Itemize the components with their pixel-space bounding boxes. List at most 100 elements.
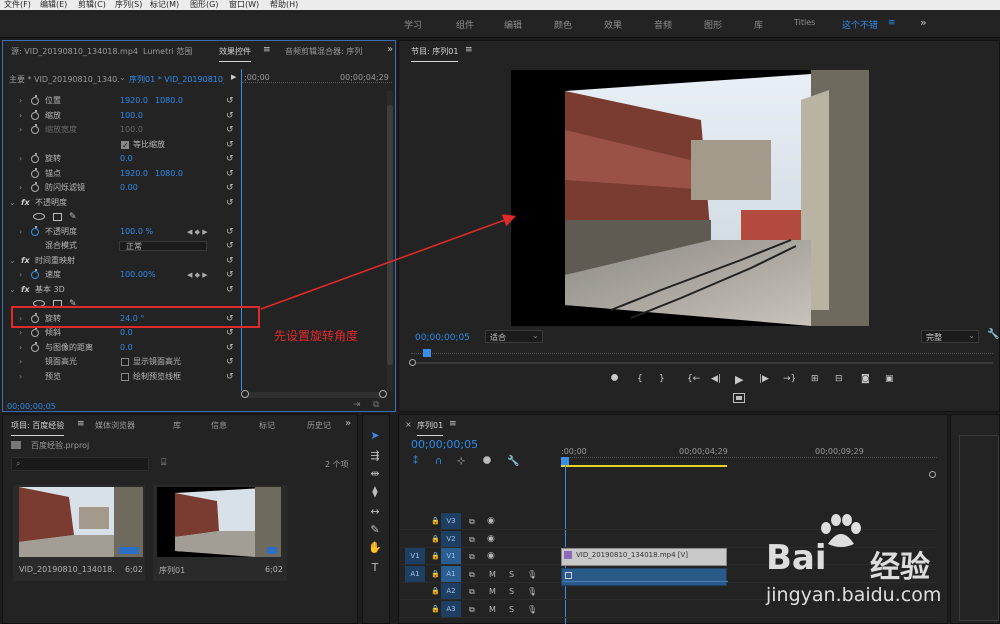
reset-icon[interactable]: ↺ xyxy=(226,94,234,108)
rectangle-mask-icon[interactable] xyxy=(53,213,62,221)
sync-lock-icon[interactable]: ⧉ xyxy=(469,531,475,548)
step-forward-icon[interactable]: |▶ xyxy=(759,374,769,384)
sequence-clip-label[interactable]: 序列01 * VID_20190810_… xyxy=(129,74,224,85)
menu-item-6[interactable]: 窗口(W) xyxy=(229,0,259,9)
wrench-icon[interactable]: 🔧 xyxy=(987,329,999,340)
checkbox[interactable] xyxy=(121,372,129,381)
chevron-right-icon[interactable]: › xyxy=(19,94,22,108)
track-target-V2[interactable]: V2 xyxy=(441,530,461,547)
stopwatch-icon[interactable] xyxy=(31,341,39,352)
stopwatch-icon[interactable] xyxy=(31,153,39,163)
track-target-A3[interactable]: A3 xyxy=(441,600,461,617)
property-value[interactable]: 100.0 % xyxy=(120,225,153,239)
project-tab-0[interactable]: 项目: 百度经验 xyxy=(11,420,65,436)
property-value[interactable]: 100.00% xyxy=(120,268,156,282)
chevron-down-icon[interactable]: ⌄ xyxy=(9,283,16,297)
stopwatch-icon[interactable] xyxy=(31,109,39,120)
property-value[interactable]: 1920.0 xyxy=(120,167,148,181)
video-clip[interactable]: VID_20190810_134018.mp4 [V] xyxy=(561,548,727,566)
program-timecode[interactable]: 00;00;00;05 xyxy=(415,333,470,343)
source-patch-A1[interactable]: A1 xyxy=(405,565,425,582)
property-value[interactable]: 0.0 xyxy=(120,341,133,355)
workspace-tab-6[interactable]: 图形 xyxy=(704,18,722,31)
reset-icon[interactable]: ↺ xyxy=(226,152,234,166)
go-to-in-icon[interactable]: {← xyxy=(687,374,700,384)
reset-icon[interactable]: ↺ xyxy=(226,254,234,268)
chevron-right-icon[interactable]: › xyxy=(19,341,22,355)
tab-audio-mixer[interactable]: 音频剪辑混合器: 序列 xyxy=(285,46,373,57)
marker-icon[interactable]: ⯃ xyxy=(483,456,491,467)
panel-menu-icon[interactable]: ≡ xyxy=(77,419,85,429)
add-marker-icon[interactable]: ⊹ xyxy=(457,456,465,467)
snap-icon[interactable]: ⁑ xyxy=(413,456,418,467)
track-target-V3[interactable]: V3 xyxy=(441,513,461,529)
solo-button[interactable]: S xyxy=(509,601,514,618)
reset-icon[interactable]: ↺ xyxy=(226,225,234,239)
blend-mode-dropdown[interactable]: 正常 xyxy=(119,241,207,251)
tab-effect-controls[interactable]: 效果控件 xyxy=(219,46,251,62)
reset-icon[interactable]: ↺ xyxy=(226,326,234,340)
workspace-tab-7[interactable]: 库 xyxy=(754,18,763,31)
project-tab-3[interactable]: 信息 xyxy=(211,420,227,431)
stopwatch-icon[interactable] xyxy=(31,124,39,134)
linked-selection-icon[interactable]: ∩ xyxy=(435,456,442,467)
property-value[interactable]: 0.0 xyxy=(120,152,133,166)
source-patch-V1[interactable]: V1 xyxy=(405,548,425,564)
chevron-right-icon[interactable]: › xyxy=(19,109,22,123)
lock-icon[interactable]: 🔒 xyxy=(431,531,440,548)
checkbox[interactable] xyxy=(121,139,129,153)
filter-icon[interactable]: ⧉ xyxy=(373,400,379,410)
workspace-tab-4[interactable]: 效果 xyxy=(604,18,622,31)
add-marker-icon[interactable]: ⯃ xyxy=(611,374,618,384)
ripple-edit-tool-icon[interactable]: ⇹ xyxy=(363,467,387,480)
reset-icon[interactable]: ↺ xyxy=(226,123,234,137)
solo-button[interactable]: S xyxy=(509,566,514,583)
project-tab-1[interactable]: 媒体浏览器 xyxy=(95,420,135,431)
panel-menu-icon[interactable]: ≡ xyxy=(263,45,271,55)
step-back-icon[interactable]: ◀| xyxy=(711,374,721,384)
panel-overflow-icon[interactable]: » xyxy=(345,418,351,429)
stopwatch-icon[interactable] xyxy=(31,225,39,236)
keyframe-nav-icon[interactable]: ◀ ◆ ▶ xyxy=(187,225,208,239)
workspace-tab-9[interactable]: 这个不错 xyxy=(842,18,878,31)
microphone-icon[interactable]: 🎙 xyxy=(527,583,537,600)
reset-icon[interactable]: ↺ xyxy=(226,355,234,369)
stopwatch-icon[interactable] xyxy=(31,269,39,279)
chevron-right-icon[interactable]: › xyxy=(19,152,22,166)
checkbox[interactable] xyxy=(121,358,129,366)
razor-tool-icon[interactable]: ⧫ xyxy=(363,485,387,498)
effect-timecode[interactable]: 00;00;00;05 xyxy=(7,402,56,411)
project-tab-5[interactable]: 历史记 xyxy=(307,420,331,431)
sync-lock-icon[interactable]: ⧉ xyxy=(469,583,475,600)
chevron-right-icon[interactable]: › xyxy=(19,370,22,384)
quality-dropdown[interactable]: 完整 ⌄ xyxy=(921,330,979,343)
export-frame-icon[interactable] xyxy=(733,393,745,403)
new-bin-icon[interactable]: ⌸ xyxy=(161,458,166,468)
go-to-out-icon[interactable]: →} xyxy=(783,374,796,384)
vscroll-handle[interactable] xyxy=(929,471,936,478)
chevron-right-icon[interactable]: › xyxy=(19,181,22,195)
fx-icon[interactable]: fx xyxy=(21,196,30,210)
chevron-right-icon[interactable]: › xyxy=(19,355,22,369)
chevron-right-icon[interactable]: › xyxy=(19,225,22,239)
menu-item-1[interactable]: 编辑(E) xyxy=(40,0,67,9)
effect-section[interactable]: ⌄ fx 基本 3D ↺ xyxy=(3,283,241,297)
property-value[interactable]: 100.0 xyxy=(120,123,143,137)
reset-icon[interactable]: ↺ xyxy=(226,341,234,355)
slip-tool-icon[interactable]: ↔ xyxy=(363,505,387,518)
eye-icon[interactable]: ◉ xyxy=(487,513,495,530)
work-area-bar[interactable] xyxy=(561,465,727,467)
reset-icon[interactable]: ↺ xyxy=(226,109,234,123)
menu-item-7[interactable]: 帮助(H) xyxy=(270,0,298,9)
fx-icon[interactable]: fx xyxy=(21,254,30,268)
search-input[interactable]: ⌕ xyxy=(11,457,149,471)
effect-hscrollbar[interactable] xyxy=(241,390,387,398)
workspace-tab-2[interactable]: 编辑 xyxy=(504,18,522,31)
microphone-icon[interactable]: 🎙 xyxy=(527,601,537,618)
stopwatch-icon[interactable] xyxy=(31,167,39,178)
mute-button[interactable]: M xyxy=(489,566,496,583)
close-icon[interactable]: × xyxy=(405,420,412,429)
extract-icon[interactable]: ⊟ xyxy=(835,374,843,384)
reset-icon[interactable]: ↺ xyxy=(226,167,234,181)
reset-icon[interactable]: ↺ xyxy=(226,283,234,297)
